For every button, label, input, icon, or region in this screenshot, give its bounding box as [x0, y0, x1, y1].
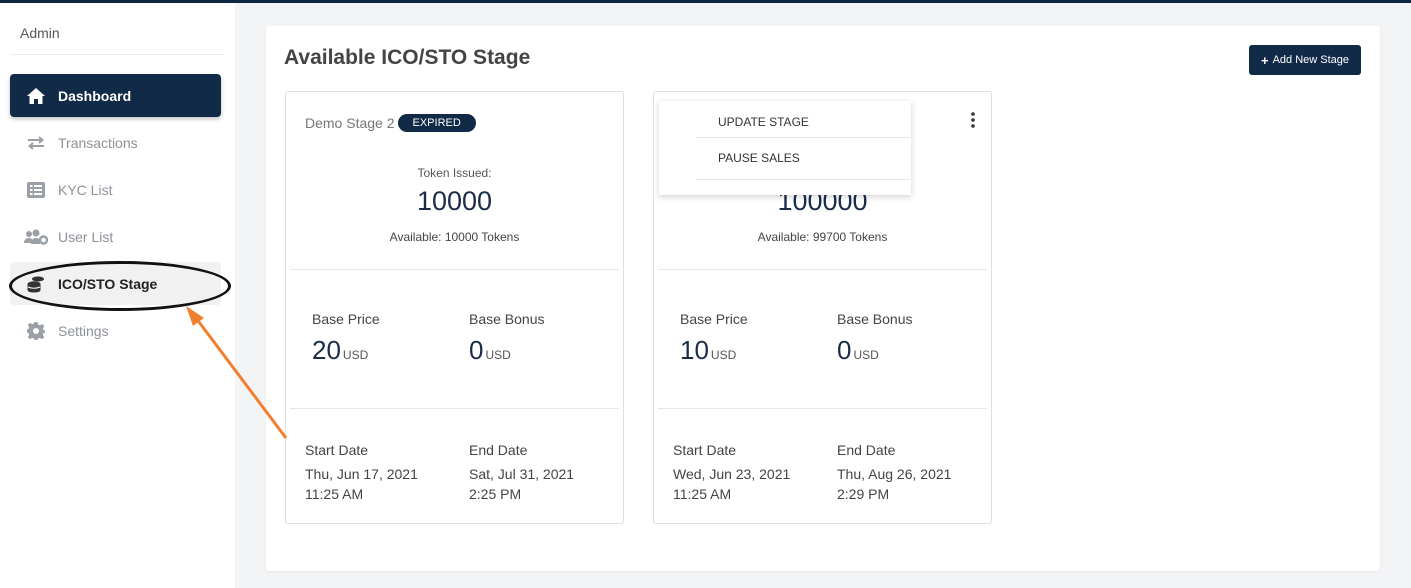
annotation-ellipse	[9, 261, 231, 311]
stage-name: Demo Stage 2	[305, 115, 395, 131]
add-new-stage-label: Add New Stage	[1272, 54, 1350, 66]
sidebar-item-label: Dashboard	[58, 87, 132, 104]
token-issued-value: 10000	[416, 186, 493, 216]
end-date-label: End Date	[469, 442, 528, 458]
divider	[658, 408, 987, 409]
end-date-value: Sat, Jul 31, 2021 2:25 PM	[469, 466, 575, 502]
menu-item-pause-sales[interactable]: PAUSE SALES	[696, 137, 910, 179]
sidebar-item-kyc-list[interactable]: KYC List	[10, 168, 221, 211]
end-date-value: Thu, Aug 26, 2021 2:29 PM	[837, 466, 952, 502]
stage-card: Demo Stage 2 EXPIRED Token Issued: 10000…	[285, 91, 624, 524]
base-bonus: Base Bonus 0 USD	[469, 311, 545, 366]
sidebar-item-label: Settings	[58, 322, 109, 339]
list-icon	[14, 181, 58, 198]
base-price-label: Base Price	[680, 311, 748, 327]
base-price-value: 10 USD	[680, 335, 737, 365]
plus-icon: +	[1260, 52, 1269, 68]
available-tokens: Available: 10000 Tokens	[389, 230, 520, 244]
arrows-icon	[14, 135, 58, 151]
menu-divider	[696, 179, 911, 180]
sidebar-divider	[10, 54, 225, 55]
add-new-stage-button[interactable]: + Add New Stage	[1249, 45, 1361, 75]
page-title: Available ICO/STO Stage	[284, 46, 531, 69]
sidebar-item-dashboard[interactable]: Dashboard	[10, 74, 221, 117]
end-date: End Date Thu, Aug 26, 2021 2:29 PM	[837, 442, 977, 504]
base-price: Base Price 20 USD	[312, 311, 380, 366]
sidebar-item-user-list[interactable]: User List	[10, 215, 221, 258]
available-tokens: Available: 99700 Tokens	[757, 230, 888, 244]
base-price-value: 20 USD	[312, 335, 369, 365]
base-bonus-label: Base Bonus	[837, 311, 913, 327]
gear-icon	[14, 321, 58, 340]
sidebar-item-label: User List	[58, 228, 114, 245]
token-issued-label: Token Issued:	[417, 166, 492, 180]
end-date-label: End Date	[837, 442, 896, 458]
base-price-label: Base Price	[312, 311, 380, 327]
base-bonus-value: 0 USD	[837, 335, 879, 365]
end-date: End Date Sat, Jul 31, 2021 2:25 PM	[469, 442, 609, 504]
base-bonus-label: Base Bonus	[469, 311, 545, 327]
divider	[290, 408, 619, 409]
start-date-value: Wed, Jun 23, 2021 11:25 AM	[673, 466, 791, 502]
divider	[658, 269, 987, 270]
status-badge: EXPIRED	[397, 114, 476, 132]
stage-title: Demo Stage 2 EXPIRED	[305, 114, 476, 132]
more-options-icon[interactable]	[971, 112, 975, 128]
home-icon	[14, 87, 58, 105]
users-icon	[14, 229, 58, 245]
divider	[290, 269, 619, 270]
sidebar-item-transactions[interactable]: Transactions	[10, 121, 221, 164]
start-date: Start Date Thu, Jun 17, 2021 11:25 AM	[305, 442, 445, 504]
base-bonus: Base Bonus 0 USD	[837, 311, 913, 366]
start-date-value: Thu, Jun 17, 2021 11:25 AM	[305, 466, 418, 502]
sidebar-item-label: KYC List	[58, 181, 113, 198]
start-date-label: Start Date	[673, 442, 737, 458]
sidebar-admin-label: Admin	[20, 25, 60, 41]
start-date-label: Start Date	[305, 442, 369, 458]
sidebar-item-label: Transactions	[58, 134, 138, 151]
start-date: Start Date Wed, Jun 23, 2021 11:25 AM	[673, 442, 813, 504]
base-bonus-value: 0 USD	[469, 335, 511, 365]
base-price: Base Price 10 USD	[680, 311, 748, 366]
stage-options-menu: UPDATE STAGE PAUSE SALES	[659, 101, 911, 195]
sidebar-item-settings[interactable]: Settings	[10, 309, 221, 352]
